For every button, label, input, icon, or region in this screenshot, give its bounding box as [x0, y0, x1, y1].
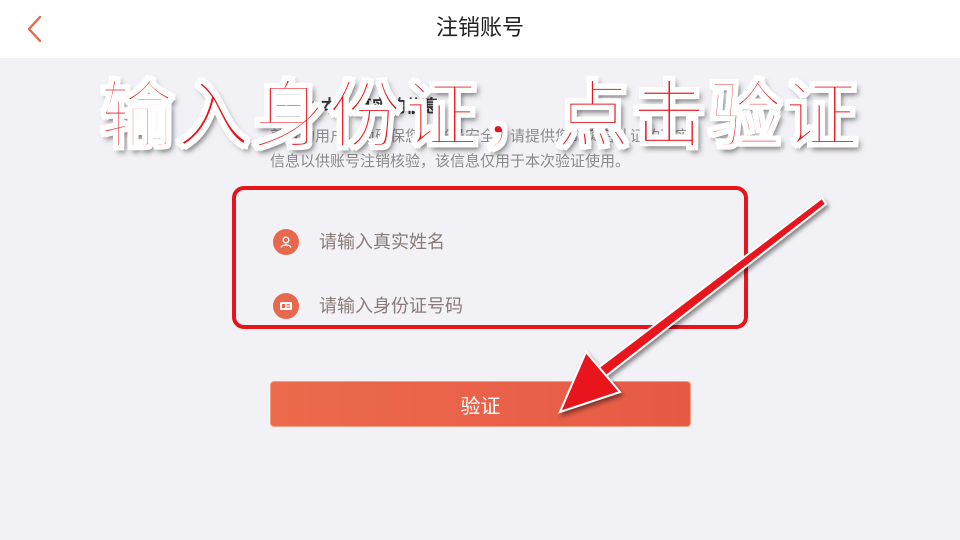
section-title: 请输入本人真实的信息 [270, 97, 440, 117]
real-name-field [270, 217, 700, 267]
real-name-input[interactable] [319, 222, 679, 262]
user-icon [273, 229, 299, 255]
section-description: 尊敬的用户，为确保您的账号安全，请提供您的实名认证的真实信息以供账号注销核验，该… [270, 127, 691, 170]
main-content: 请输入本人真实的信息 尊敬的用户，为确保您的账号安全，请提供您的实名认证的真实信… [0, 58, 960, 540]
id-number-input[interactable] [319, 286, 679, 326]
top-navigation-bar: 注销账号 [0, 0, 960, 58]
page-title: 注销账号 [435, 16, 524, 41]
back-button[interactable] [18, 12, 50, 46]
chevron-left-icon [27, 15, 42, 43]
verify-button[interactable]: 验证 [270, 381, 691, 427]
id-card-icon [273, 293, 299, 319]
id-number-field [270, 281, 700, 331]
